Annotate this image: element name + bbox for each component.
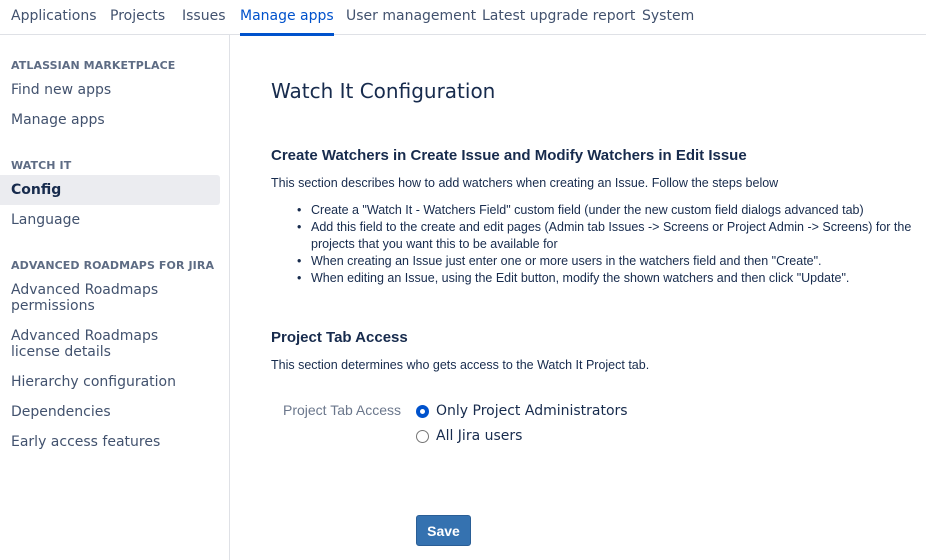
radio-checked-icon[interactable] <box>416 404 429 418</box>
sidebar-item-advanced-roadmaps-permissions[interactable]: Advanced Roadmaps permissions <box>11 282 161 314</box>
project-tab-access-label: Project Tab Access <box>283 402 402 418</box>
tab-projects[interactable]: Projects <box>110 0 165 35</box>
sidebar-item-early-access-features[interactable]: Early access features <box>11 434 216 450</box>
sidebar-heading-advanced-roadmaps: ADVANCED ROADMAPS FOR JIRA <box>11 259 215 272</box>
tab-issues[interactable]: Issues <box>182 0 226 35</box>
project-tab-description: This section determines who gets access … <box>271 358 650 372</box>
radio-all-jira-users[interactable]: All Jira users <box>416 428 522 444</box>
save-button[interactable]: Save <box>416 515 471 546</box>
tab-system[interactable]: System <box>642 0 694 35</box>
sidebar-item-dependencies[interactable]: Dependencies <box>11 404 216 420</box>
create-watchers-steps: Create a "Watch It - Watchers Field" cus… <box>271 202 921 287</box>
project-tab-title: Project Tab Access <box>271 329 408 346</box>
tab-latest-upgrade-report[interactable]: Latest upgrade report <box>482 0 635 35</box>
step-item: When editing an Issue, using the Edit bu… <box>271 270 921 287</box>
top-navigation: Applications Projects Issues Manage apps… <box>0 0 926 36</box>
sidebar-item-hierarchy-configuration[interactable]: Hierarchy configuration <box>11 374 216 390</box>
sidebar-item-find-new-apps[interactable]: Find new apps <box>11 82 216 98</box>
sidebar-item-manage-apps[interactable]: Manage apps <box>11 112 216 128</box>
sidebar: ATLASSIAN MARKETPLACE Find new apps Mana… <box>0 35 230 560</box>
radio-unchecked-icon[interactable] <box>416 429 429 443</box>
step-item: When creating an Issue just enter one or… <box>271 253 921 270</box>
tab-user-management[interactable]: User management <box>346 0 476 35</box>
radio-only-project-admins[interactable]: Only Project Administrators <box>416 403 628 419</box>
create-watchers-title: Create Watchers in Create Issue and Modi… <box>271 147 747 164</box>
step-item: Add this field to the create and edit pa… <box>271 219 921 253</box>
sidebar-item-advanced-roadmaps-license[interactable]: Advanced Roadmaps license details <box>11 328 206 360</box>
sidebar-item-language[interactable]: Language <box>11 212 216 228</box>
create-watchers-description: This section describes how to add watche… <box>271 176 779 190</box>
step-item: Create a "Watch It - Watchers Field" cus… <box>271 202 921 219</box>
sidebar-item-config[interactable]: Config <box>11 182 216 198</box>
radio-label: Only Project Administrators <box>436 403 628 419</box>
sidebar-heading-watch-it: WATCH IT <box>11 159 72 172</box>
tab-applications[interactable]: Applications <box>11 0 97 35</box>
radio-label: All Jira users <box>436 428 523 444</box>
tab-manage-apps[interactable]: Manage apps <box>240 0 334 36</box>
main-content: Watch It Configuration Create Watchers i… <box>231 35 926 560</box>
sidebar-heading-marketplace: ATLASSIAN MARKETPLACE <box>11 59 176 72</box>
page-title: Watch It Configuration <box>271 79 496 103</box>
